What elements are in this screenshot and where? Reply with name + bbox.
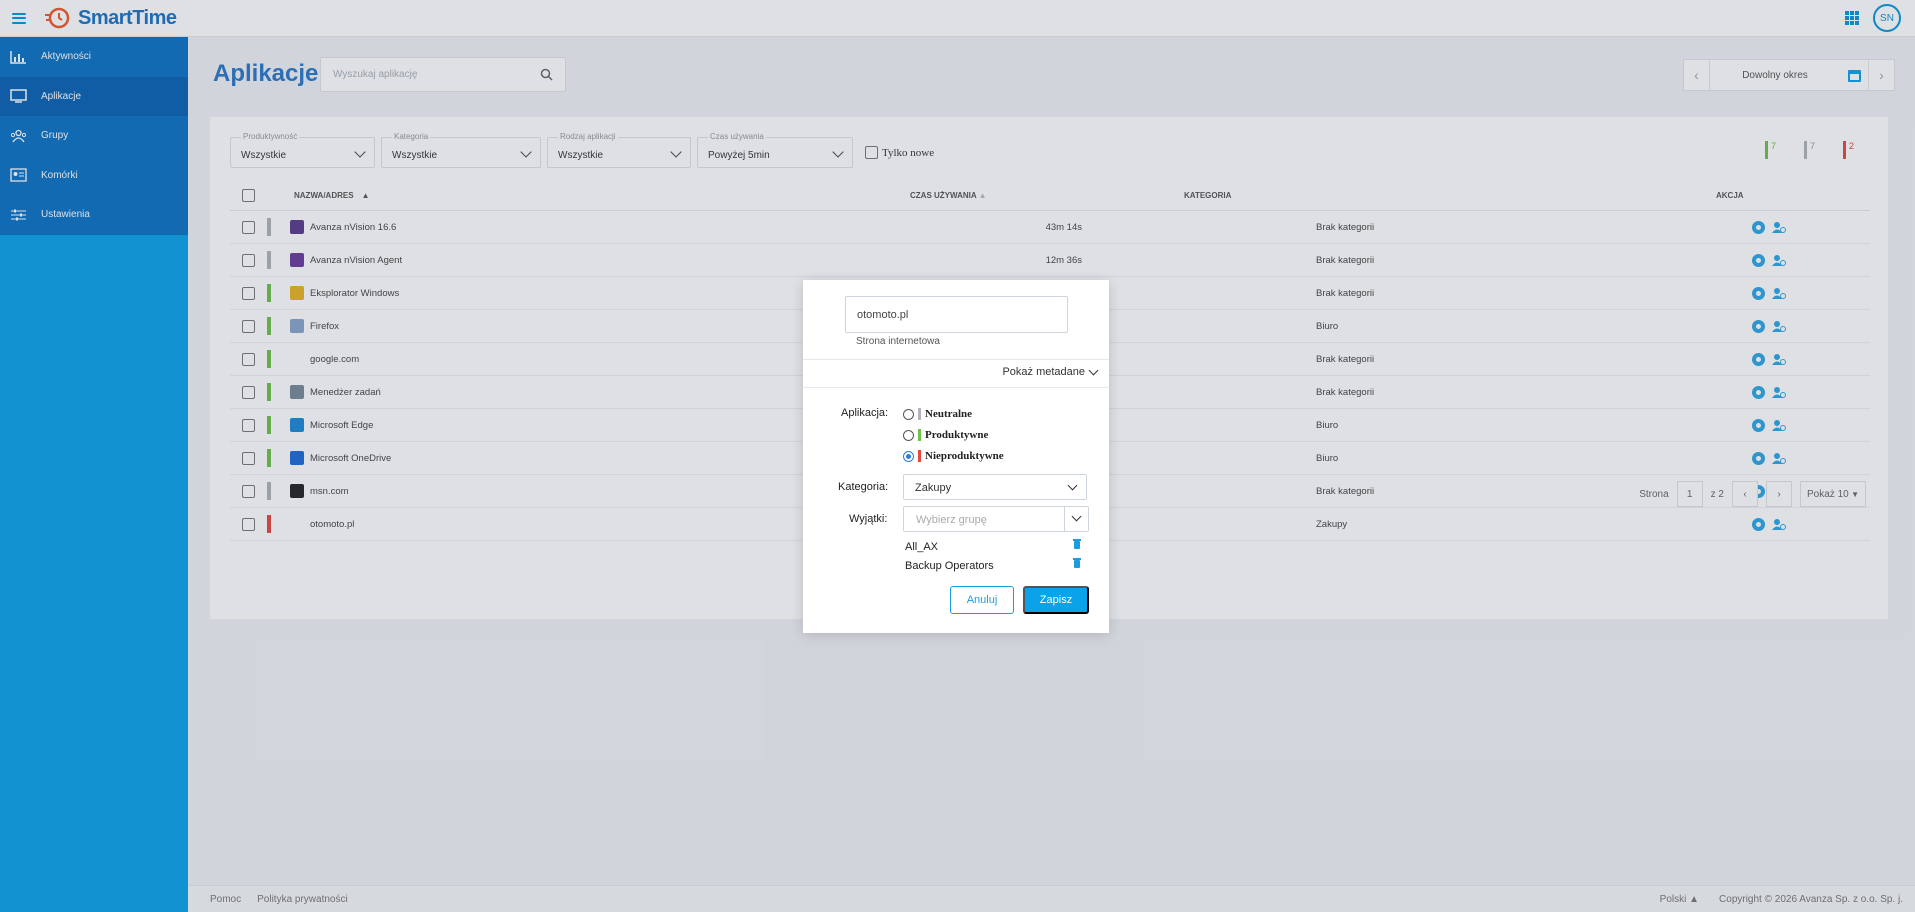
neutral-color-bar [918, 408, 921, 420]
radio-unproductive[interactable]: Nieproduktywne [903, 450, 1004, 462]
app-name-field: otomoto.pl [845, 296, 1068, 333]
category-value: Zakupy [915, 482, 952, 494]
exceptions-label: Wyjątki: [849, 513, 888, 525]
show-metadata-label: Pokaż metadane [1002, 366, 1085, 378]
radio-label: Neutralne [925, 408, 973, 420]
radio-button[interactable] [903, 450, 914, 462]
category-label: Kategoria: [838, 481, 889, 493]
trash-icon[interactable] [1073, 539, 1081, 549]
group-dropdown-button[interactable] [1064, 507, 1088, 531]
category-select[interactable]: Zakupy [903, 474, 1087, 500]
productive-color-bar [918, 429, 921, 441]
trash-icon[interactable] [1073, 558, 1081, 568]
exception-label: All_AX [905, 541, 939, 553]
radio-neutral[interactable]: Neutralne [903, 408, 972, 420]
edit-application-dialog: otomoto.pl Strona internetowa Pokaż meta… [803, 280, 1109, 633]
divider [803, 387, 1109, 388]
radio-label: Nieproduktywne [925, 450, 1004, 462]
cancel-button[interactable]: Anuluj [950, 586, 1014, 614]
exception-item: Backup Operators [905, 558, 1081, 572]
group-placeholder: Wybierz grupę [916, 514, 987, 526]
chevron-down-icon [1067, 480, 1078, 491]
application-label: Aplikacja: [841, 407, 889, 419]
radio-button[interactable] [903, 429, 914, 441]
exception-label: Backup Operators [905, 560, 994, 572]
radio-label: Produktywne [925, 429, 989, 441]
group-select[interactable]: Wybierz grupę [903, 506, 1089, 532]
radio-productive[interactable]: Produktywne [903, 429, 988, 441]
radio-button[interactable] [903, 408, 914, 420]
exception-item: All_AX [905, 539, 1081, 553]
save-button[interactable]: Zapisz [1023, 586, 1089, 614]
app-type-label: Strona internetowa [856, 336, 940, 347]
unproductive-color-bar [918, 450, 921, 462]
show-metadata-toggle[interactable]: Pokaż metadane [1002, 365, 1099, 378]
divider [803, 359, 1109, 360]
chevron-down-icon [1088, 365, 1099, 375]
chevron-down-icon [1071, 511, 1082, 522]
